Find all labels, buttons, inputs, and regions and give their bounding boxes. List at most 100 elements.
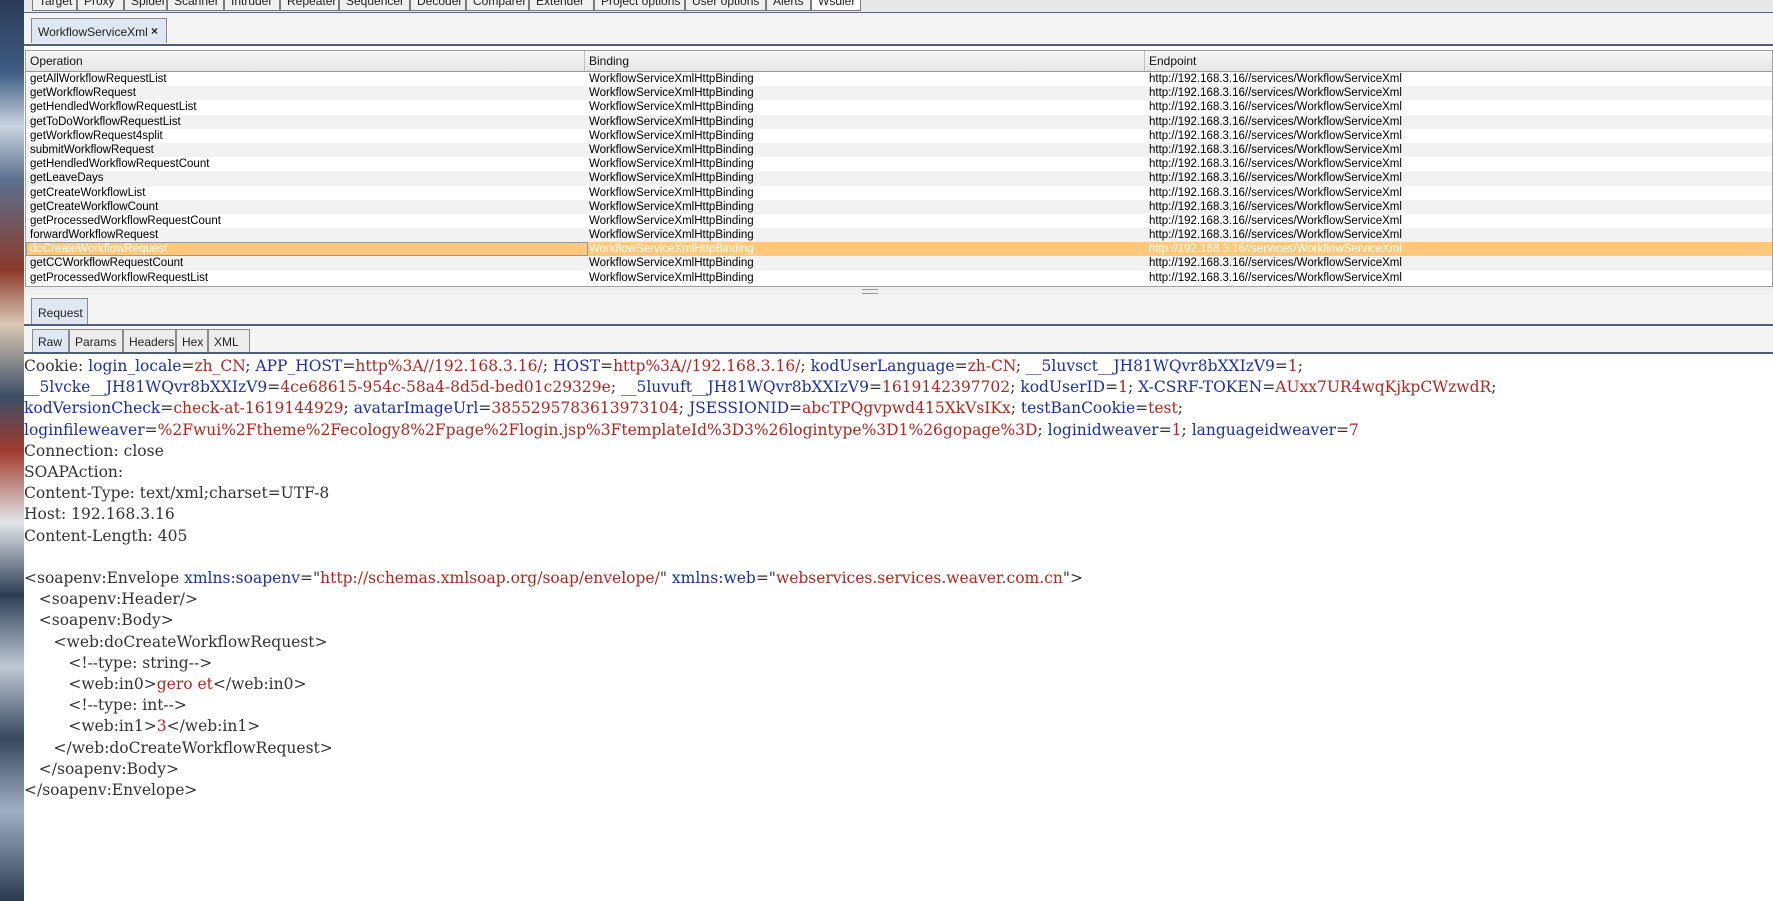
editor-line: <web:in0>gero et</web:in0> [24,674,306,695]
plain-text: ; [1127,378,1139,397]
tab-comparer[interactable]: Comparer [466,0,529,11]
table-row[interactable]: getLeaveDays WorkflowServiceXmlHttpBindin… [26,171,1772,186]
pane-splitter[interactable] [24,287,1773,295]
editor-line: __5lvcke__JH81WQvr8bXXIzV9=4ce68615-954c… [24,377,1496,398]
view-tab-raw[interactable]: Raw [32,329,69,352]
tab-wsdler[interactable]: Wsdler [811,0,861,11]
param-value: 3855295783613973104 [491,399,679,418]
plain-text: <web:doCreateWorkflowRequest> [24,632,328,651]
param-name: __5luvsct__JH81WQvr8bXXIzV9 [1026,357,1275,375]
binding-cell: WorkflowServiceXmlHttpBinding [589,87,754,100]
param-value: 3 [156,717,167,736]
plain-text: ; [1010,399,1021,418]
plain-text: =" [755,569,776,587]
binding-cell: WorkflowServiceXmlHttpBinding [589,129,754,142]
param-value: %2Fwui%2Ftheme%2Fecology8%2Fpage%2Flogin… [157,420,1038,439]
param-name: __5luvuft__JH81WQvr8bXXIzV9 [620,378,869,397]
column-header-operation[interactable]: Operation [26,51,585,71]
view-tab-params[interactable]: Params [69,329,123,352]
param-value: zh_CN [194,357,246,375]
editor-line: loginfileweaver=%2Fwui%2Ftheme%2Fecology… [24,420,1359,441]
endpoint-cell: http://192.168.3.16//services/WorkflowSe… [1149,229,1402,242]
operation-cell: submitWorkflowRequest [30,143,154,156]
table-row[interactable]: getHendledWorkflowRequestCount WorkflowSe… [26,157,1772,171]
param-value: 1 [1171,420,1182,439]
column-header-binding[interactable]: Binding [585,51,1145,71]
table-row[interactable]: doCreateWorkflowRequest WorkflowServiceXm… [26,242,1772,257]
tab-repeater[interactable]: Repeater [280,0,339,11]
operation-cell: getCreateWorkflowCount [30,200,159,213]
binding-cell: WorkflowServiceXmlHttpBinding [589,143,754,156]
plain-text: Connection: close [24,441,164,460]
tab-scanner[interactable]: Scanner [167,0,224,11]
table-row[interactable]: getAllWorkflowRequestList WorkflowService… [26,72,1772,86]
tab-alerts[interactable]: Alerts [766,0,811,11]
plain-text: ; [1037,420,1048,439]
tab-spider[interactable]: Spider [124,0,167,11]
tab-project-options[interactable]: Project options [594,0,685,11]
tab-workflowservicexml[interactable]: WorkflowServiceXml × [31,18,167,43]
param-value: AUxx7UR4wqKjkpCWzwdR [1275,378,1492,397]
endpoint-cell: http://192.168.3.16//services/WorkflowSe… [1149,101,1402,114]
param-name: kodUserID [1020,378,1106,397]
operations-table: Operation Binding Endpoint getAllWorkflo… [25,50,1773,287]
param-name: xmlns:soapenv [184,569,301,587]
main-tab-bar: Target Proxy Spider Scanner Intruder Repeater… [24,0,1773,13]
table-row[interactable]: getCreateWorkflowList WorkflowServiceXmlH… [26,186,1772,200]
table-row[interactable]: getHendledWorkflowRequestList WorkflowSer… [26,100,1772,114]
table-row[interactable]: forwardWorkflowRequest WorkflowServiceXml… [26,228,1772,243]
request-editor[interactable]: Cookie: login_locale=zh_CN; APP_HOST=htt… [24,355,1773,901]
param-value: 7 [1349,420,1359,439]
endpoint-cell: http://192.168.3.16//services/WorkflowSe… [1149,243,1402,256]
endpoint-cell: http://192.168.3.16//services/WorkflowSe… [1149,257,1402,270]
close-icon[interactable]: × [151,24,158,38]
view-tab-xml[interactable]: XML [208,329,250,352]
tab-sequencer[interactable]: Sequencer [339,0,410,11]
plain-text: = [1135,399,1149,418]
tab-request[interactable]: Request [31,298,88,324]
column-header-endpoint[interactable]: Endpoint [1145,51,1772,71]
splitter-grip-icon[interactable] [862,289,878,294]
operation-cell: getWorkflowRequest4split [30,129,163,142]
binding-cell: WorkflowServiceXmlHttpBinding [589,271,754,284]
wsdler-subtab-bar: WorkflowServiceXml × [24,13,1773,46]
view-tab-headers[interactable]: Headers [123,329,176,352]
param-name: __5lvcke__JH81WQvr8bXXIzV9 [24,378,268,397]
plain-text: <!--type: int--> [24,696,187,715]
table-row[interactable]: submitWorkflowRequest WorkflowServiceXmlH… [26,142,1772,158]
table-row[interactable]: getToDoWorkflowRequestList WorkflowServic… [26,114,1772,129]
editor-line: <!--type: string--> [24,653,212,674]
tab-target[interactable]: Target [32,0,77,11]
view-tab-hex[interactable]: Hex [176,329,208,352]
binding-cell: WorkflowServiceXmlHttpBinding [589,257,754,270]
table-row[interactable]: getCreateWorkflowCount WorkflowServiceXml… [26,199,1772,214]
plain-text: </soapenv:Envelope> [24,781,198,799]
binding-cell: WorkflowServiceXmlHttpBinding [589,158,754,171]
operation-cell: getWorkflowRequest [30,87,136,100]
tab-intruder[interactable]: Intruder [224,0,280,11]
param-value: http%3A//192.168.3.16/ [355,357,543,375]
table-row[interactable]: getProcessedWorkflowRequestList WorkflowS… [26,271,1772,285]
editor-line: Connection: close [24,441,164,462]
tab-decoder[interactable]: Decoder [410,0,466,11]
table-row[interactable]: getCCWorkflowRequestCount WorkflowService… [26,256,1772,271]
editor-line: <soapenv:Envelope xmlns:soapenv="http://… [24,568,1083,589]
tab-label: WorkflowServiceXml [38,25,148,39]
plain-text: <web:in0> [24,675,157,693]
endpoint-cell: http://192.168.3.16//services/WorkflowSe… [1149,214,1402,227]
plain-text: ; [678,399,689,418]
binding-cell: WorkflowServiceXmlHttpBinding [589,101,754,114]
table-row[interactable]: getWorkflowRequest4split WorkflowServiceX… [26,129,1772,143]
param-value: 4ce68615-954c-58a4-8d5d-bed01c29329e [280,378,611,397]
operation-cell: getProcessedWorkflowRequestCount [30,214,221,227]
plain-text: = [181,357,195,375]
table-row[interactable]: getWorkflowRequest WorkflowServiceXmlHttp… [26,86,1772,101]
operation-cell: getAllWorkflowRequestList [30,73,167,85]
tab-user-options[interactable]: User options [685,0,766,11]
binding-cell: WorkflowServiceXmlHttpBinding [589,243,754,256]
plain-text: = [600,357,614,375]
editor-line: <web:doCreateWorkflowRequest> [24,632,328,653]
tab-extender[interactable]: Extender [529,0,594,11]
table-row[interactable]: getProcessedWorkflowRequestCount Workflow… [26,214,1772,228]
tab-proxy[interactable]: Proxy [77,0,124,11]
